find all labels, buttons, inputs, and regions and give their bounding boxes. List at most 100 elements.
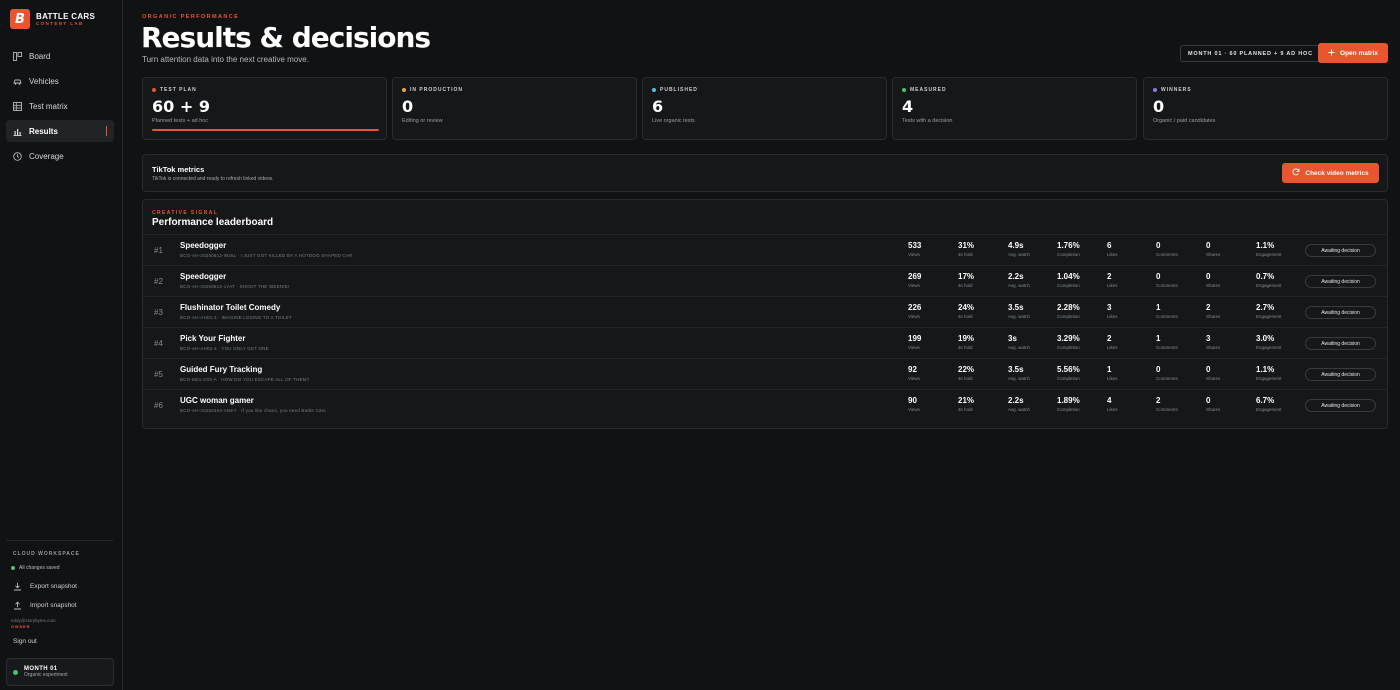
row-title: Speedogger	[180, 272, 227, 281]
sidebar-item-label: Coverage	[29, 151, 64, 161]
metric-label: Engagement	[1256, 283, 1282, 288]
metric-label: Completion	[1057, 283, 1080, 288]
metric-label: 3s hold	[958, 283, 973, 288]
metric-value: 0	[1156, 241, 1161, 250]
check-video-metrics-button[interactable]: Check video metrics	[1282, 163, 1379, 183]
row-metric: 0 Comments	[1156, 241, 1178, 257]
row-metric: 5.56% Completion	[1057, 365, 1080, 381]
metric-label: Avg. watch	[1008, 314, 1030, 319]
metric-label: Shares	[1206, 314, 1221, 319]
sidebar-item-results[interactable]: Results	[6, 120, 114, 142]
row-rank: #2	[154, 277, 163, 286]
check-video-metrics-label: Check video metrics	[1305, 169, 1369, 177]
row-metric: 1.1% Engagement	[1256, 365, 1282, 381]
table-row[interactable]: #6 UGC woman gamer BCO-AH-20260404-ANEY · …	[143, 389, 1387, 420]
row-metric: 3s Avg. watch	[1008, 334, 1030, 350]
metric-label: Engagement	[1256, 376, 1282, 381]
decision-button[interactable]: Awaiting decision	[1305, 399, 1376, 412]
decision-button[interactable]: Awaiting decision	[1305, 306, 1376, 319]
main-nav: Board Vehicles Test matrix Results Cover…	[6, 45, 114, 170]
row-rank: #5	[154, 370, 163, 379]
metric-value: 1	[1107, 365, 1112, 374]
decision-button[interactable]: Awaiting decision	[1305, 244, 1376, 257]
row-metric: 22% 3s hold	[958, 365, 974, 381]
table-row[interactable]: #5 Guided Fury Tracking BCO-M01-C03-A · HO…	[143, 358, 1387, 389]
open-matrix-button[interactable]: Open matrix	[1318, 43, 1388, 63]
metric-label: Engagement	[1256, 314, 1282, 319]
row-metric: 6.7% Engagement	[1256, 396, 1282, 412]
sidebar-item-test-matrix[interactable]: Test matrix	[6, 95, 114, 117]
refresh-icon	[1292, 168, 1300, 178]
row-metric: 24% 3s hold	[958, 303, 974, 319]
row-metric: 31% 3s hold	[958, 241, 974, 257]
sidebar-item-coverage[interactable]: Coverage	[6, 145, 114, 167]
tiktok-subtitle: TikTok is connected and ready to refresh…	[152, 176, 274, 182]
row-rank: #3	[154, 308, 163, 317]
table-row[interactable]: #2 Speedogger BCO-AH-20260612-1YAT · SHOOT…	[143, 265, 1387, 296]
row-metric: 90 Views	[908, 396, 920, 412]
row-title: Guided Fury Tracking	[180, 365, 263, 374]
decision-button[interactable]: Awaiting decision	[1305, 368, 1376, 381]
stat-card-test-plan: TEST PLAN 60 + 9 Planned tests + ad hoc	[142, 77, 387, 140]
row-metric: 4 Likes	[1107, 396, 1118, 412]
row-title: Speedogger	[180, 241, 227, 250]
row-subtitle: BCO-AH-20260612-1YAT · SHOOT THE WEENIE!	[180, 284, 290, 289]
export-snapshot-button[interactable]: Export snapshot	[6, 577, 113, 596]
row-metric: 1 Likes	[1107, 365, 1118, 381]
decision-button[interactable]: Awaiting decision	[1305, 337, 1376, 350]
row-title: Pick Your Fighter	[180, 334, 246, 343]
metric-label: Comments	[1156, 407, 1178, 412]
stat-desc: Tests with a decision	[902, 118, 953, 124]
sidebar-item-board[interactable]: Board	[6, 45, 114, 67]
row-metric: 3 Likes	[1107, 303, 1118, 319]
cloud-workspace-title: CLOUD WORKSPACE	[13, 551, 80, 557]
metric-value: 3.5s	[1008, 303, 1024, 312]
metric-label: Avg. watch	[1008, 252, 1030, 257]
metric-label: Views	[908, 283, 920, 288]
metric-label: 3s hold	[958, 314, 973, 319]
stat-value: 0	[1153, 97, 1165, 116]
metric-label: 3s hold	[958, 407, 973, 412]
metric-label: Avg. watch	[1008, 345, 1030, 350]
metric-label: Comments	[1156, 252, 1178, 257]
table-row[interactable]: #1 Speedogger BCO-AH-20260612-W26L · I JUS…	[143, 234, 1387, 265]
metric-label: Engagement	[1256, 252, 1282, 257]
metric-value: 0	[1206, 241, 1211, 250]
metric-label: Avg. watch	[1008, 407, 1030, 412]
decision-button[interactable]: Awaiting decision	[1305, 275, 1376, 288]
stat-label: WINNERS	[1161, 87, 1192, 93]
row-subtitle: BCO-AH-AH01-4 · IMAGINE LOSING TO A TOIL…	[180, 315, 292, 320]
row-metric: 4.9s Avg. watch	[1008, 241, 1030, 257]
row-metric: 1.1% Engagement	[1256, 241, 1282, 257]
metric-value: 1.1%	[1256, 365, 1275, 374]
sidebar-item-label: Board	[29, 51, 51, 61]
metric-value: 2.28%	[1057, 303, 1080, 312]
metric-value: 3	[1206, 334, 1211, 343]
tiktok-metrics-panel: TikTok metrics TikTok is connected and r…	[142, 154, 1388, 192]
brand-logo: B	[10, 9, 30, 29]
row-metric: 0 Shares	[1206, 241, 1220, 257]
stat-card-published: PUBLISHED 6 Live organic tests	[642, 77, 887, 140]
metric-value: 4.9s	[1008, 241, 1024, 250]
import-snapshot-button[interactable]: Import snapshot	[6, 596, 113, 615]
metric-label: 3s hold	[958, 376, 973, 381]
metric-value: 2.2s	[1008, 272, 1024, 281]
status-dot-icon	[402, 88, 406, 92]
metric-label: Comments	[1156, 283, 1178, 288]
table-row[interactable]: #4 Pick Your Fighter BCO-AH-AH02-4 · YOU O…	[143, 327, 1387, 358]
metric-value: 90	[908, 396, 917, 405]
table-row[interactable]: #3 Flushinator Toilet Comedy BCO-AH-AH01-4…	[143, 296, 1387, 327]
status-dot-icon	[652, 88, 656, 92]
row-metric: 0 Shares	[1206, 272, 1220, 288]
month-selector[interactable]: MONTH 01 Organic experiment	[6, 658, 114, 686]
metric-value: 199	[908, 334, 922, 343]
export-snapshot-label: Export snapshot	[30, 583, 77, 590]
sidebar-item-vehicles[interactable]: Vehicles	[6, 70, 114, 92]
user-role-badge: OWNER	[11, 624, 31, 629]
row-metric: 3 Shares	[1206, 334, 1220, 350]
import-snapshot-label: Import snapshot	[30, 602, 77, 609]
metric-label: Shares	[1206, 407, 1221, 412]
brand[interactable]: B BATTLE CARS CONTENT LAB	[10, 9, 95, 29]
open-matrix-label: Open matrix	[1340, 49, 1378, 57]
sign-out-link[interactable]: Sign out	[6, 638, 113, 645]
